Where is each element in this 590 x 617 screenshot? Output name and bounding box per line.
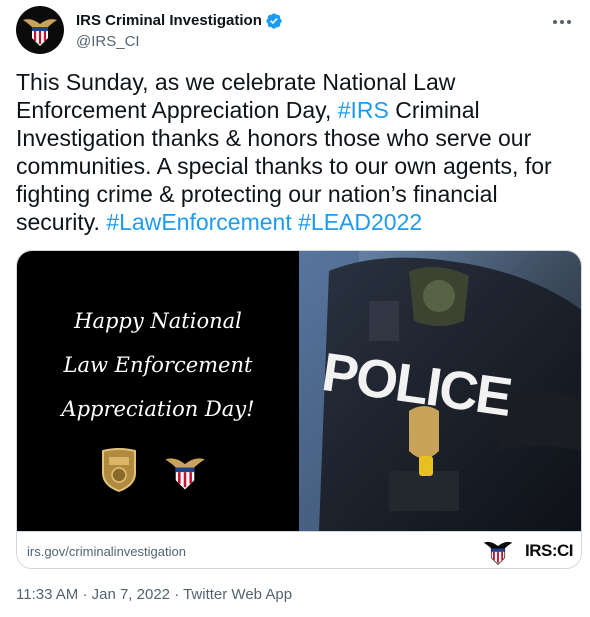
greeting-line: Appreciation Day!	[61, 397, 255, 421]
greeting-text: Happy National Law Enforcement Appreciat…	[17, 299, 299, 431]
meta-separator: ·	[174, 586, 180, 603]
hashtag-lead2022[interactable]: #LEAD2022	[298, 209, 422, 235]
card-domain[interactable]: irs.gov/criminalinvestigation	[27, 544, 186, 559]
card-image-agent-photo: POLICE	[299, 251, 581, 531]
more-icon	[553, 20, 571, 24]
card-image-greeting: Happy National Law Enforcement Appreciat…	[17, 251, 299, 531]
author-names: IRS Criminal Investigation @IRS_CI	[76, 11, 283, 50]
irs-ci-logo-icon	[23, 19, 57, 46]
meta-separator: ·	[82, 586, 88, 603]
link-card[interactable]: Happy National Law Enforcement Appreciat…	[16, 250, 582, 569]
handle[interactable]: @IRS_CI	[76, 33, 283, 50]
tweet: IRS Criminal Investigation @IRS_CI This …	[0, 0, 590, 617]
irs-ci-logo-icon	[483, 541, 513, 565]
footer-logo: IRS:CI	[475, 535, 574, 567]
card-image[interactable]: Happy National Law Enforcement Appreciat…	[17, 251, 581, 531]
hashtag-irs[interactable]: #IRS	[338, 97, 389, 123]
card-footer[interactable]: irs.gov/criminalinvestigation IRS:CI	[17, 531, 581, 568]
tweet-meta: 11:33 AM · Jan 7, 2022 · Twitter Web App	[16, 586, 292, 603]
footer-logo-text: IRS:CI	[525, 541, 574, 560]
greeting-line: Happy National	[74, 309, 242, 333]
tweet-source[interactable]: Twitter Web App	[183, 586, 292, 603]
tweet-header: IRS Criminal Investigation @IRS_CI	[16, 6, 578, 54]
display-name[interactable]: IRS Criminal Investigation	[76, 12, 262, 29]
more-options-button[interactable]	[546, 10, 578, 34]
badge-icon	[102, 448, 136, 493]
tweet-text: This Sunday, as we celebrate National La…	[16, 68, 576, 236]
greeting-line: Law Enforcement	[63, 353, 253, 377]
verified-badge-icon	[265, 12, 283, 30]
tweet-date[interactable]: Jan 7, 2022	[92, 586, 170, 603]
avatar[interactable]	[16, 6, 64, 54]
tweet-time[interactable]: 11:33 AM	[16, 586, 78, 603]
irs-ci-emblem-icon	[165, 458, 205, 490]
hashtag-lawenforcement[interactable]: #LawEnforcement	[106, 209, 291, 235]
